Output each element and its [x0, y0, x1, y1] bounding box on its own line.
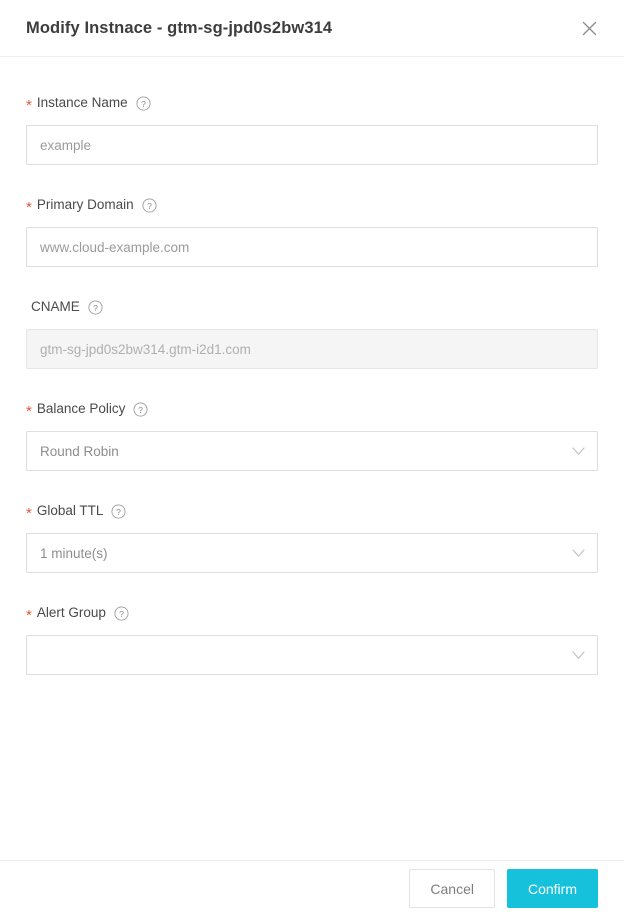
field-label-cname: CNAME ?: [26, 297, 598, 317]
global-ttl-select[interactable]: 1 minute(s): [26, 533, 598, 573]
svg-text:?: ?: [147, 200, 152, 210]
question-circle-icon[interactable]: ?: [136, 95, 151, 111]
field-label-text: Alert Group: [36, 605, 106, 620]
svg-text:?: ?: [141, 98, 146, 108]
cname-input: [26, 329, 598, 369]
form-item-primary-domain: * Primary Domain ?: [26, 195, 598, 267]
field-label-alert-group: * Alert Group ?: [26, 603, 598, 623]
global-ttl-value[interactable]: 1 minute(s): [26, 533, 598, 573]
field-label-global-ttl: * Global TTL ?: [26, 501, 598, 521]
question-circle-icon[interactable]: ?: [114, 605, 129, 621]
dialog-footer: Cancel Confirm: [0, 860, 624, 916]
field-label-text: Balance Policy: [36, 401, 126, 416]
dialog-body: * Instance Name ? * Primary Domain: [0, 57, 624, 860]
confirm-button[interactable]: Confirm: [506, 869, 598, 908]
primary-domain-input[interactable]: [26, 227, 598, 267]
alert-group-select[interactable]: [26, 635, 598, 675]
required-asterisk: *: [26, 402, 32, 420]
balance-policy-value[interactable]: Round Robin: [26, 431, 598, 471]
question-circle-icon[interactable]: ?: [88, 299, 103, 315]
form-item-global-ttl: * Global TTL ? 1 minute(s): [26, 501, 598, 573]
form-item-cname: CNAME ?: [26, 297, 598, 369]
form-item-alert-group: * Alert Group ?: [26, 603, 598, 675]
required-asterisk: *: [26, 198, 32, 216]
svg-text:?: ?: [119, 608, 124, 618]
svg-text:?: ?: [139, 404, 144, 414]
alert-group-value[interactable]: [26, 635, 598, 675]
question-circle-icon[interactable]: ?: [133, 401, 148, 417]
dialog-header: Modify Instnace - gtm-sg-jpd0s2bw314: [0, 0, 624, 57]
cancel-button[interactable]: Cancel: [409, 869, 495, 908]
close-icon[interactable]: [576, 15, 602, 41]
field-label-primary-domain: * Primary Domain ?: [26, 195, 598, 215]
question-circle-icon[interactable]: ?: [111, 503, 126, 519]
balance-policy-select[interactable]: Round Robin: [26, 431, 598, 471]
modify-instance-dialog: Modify Instnace - gtm-sg-jpd0s2bw314 * I…: [0, 0, 624, 916]
dialog-title: Modify Instnace - gtm-sg-jpd0s2bw314: [26, 18, 333, 37]
field-label-text: Primary Domain: [36, 197, 134, 212]
field-label-balance-policy: * Balance Policy ?: [26, 399, 598, 419]
form-item-balance-policy: * Balance Policy ? Round Robin: [26, 399, 598, 471]
required-asterisk: *: [26, 96, 32, 114]
form-item-instance-name: * Instance Name ?: [26, 93, 598, 165]
field-label-text: Global TTL: [36, 503, 104, 518]
field-label-instance-name: * Instance Name ?: [26, 93, 598, 113]
svg-text:?: ?: [93, 302, 98, 312]
required-asterisk: *: [26, 606, 32, 624]
instance-name-input[interactable]: [26, 125, 598, 165]
svg-text:?: ?: [116, 506, 121, 516]
question-circle-icon[interactable]: ?: [142, 197, 157, 213]
required-asterisk: *: [26, 504, 32, 522]
field-label-text: Instance Name: [36, 95, 128, 110]
field-label-text: CNAME: [31, 299, 80, 314]
